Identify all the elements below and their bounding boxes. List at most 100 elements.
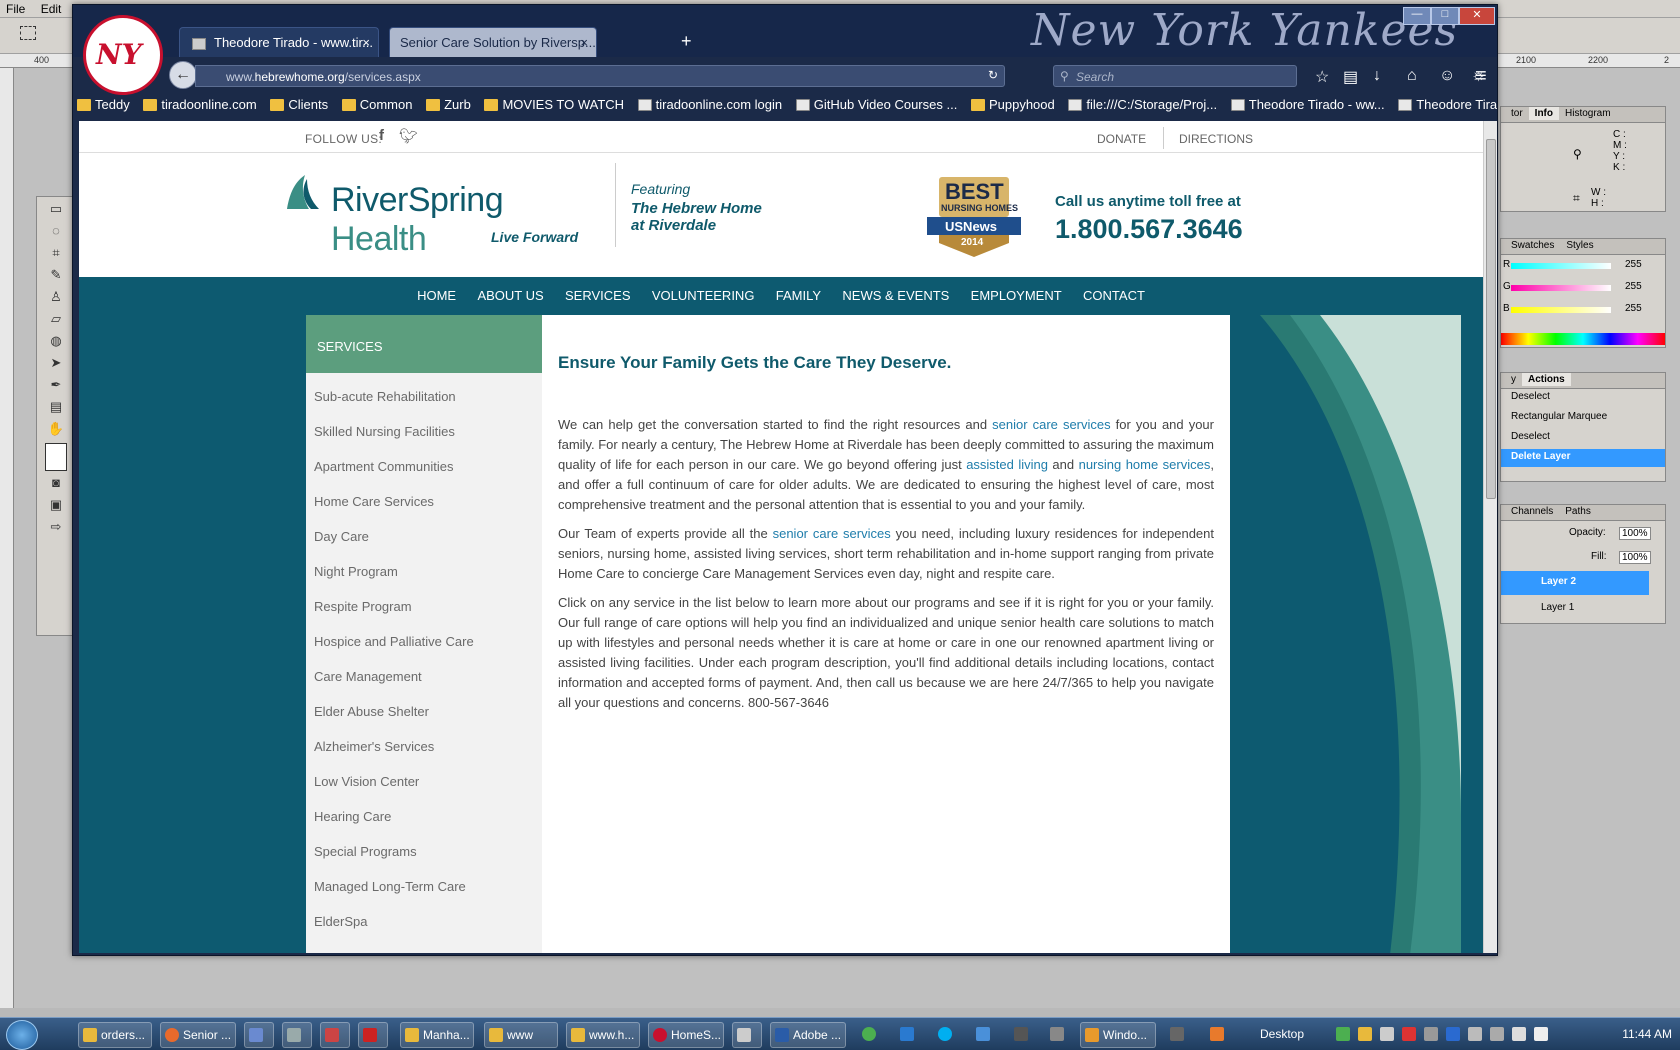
tab-senior-care[interactable]: Senior Care Solution by Riversp... ×: [389, 27, 597, 57]
bookmark-item[interactable]: Theodore Tirado - ww...: [1394, 93, 1497, 112]
url-bar[interactable]: www.hebrewhome.org/services.aspx ↻: [195, 65, 1005, 87]
hand-tool-icon[interactable]: ✋: [45, 421, 67, 439]
healing-brush-icon[interactable]: ✎: [45, 267, 67, 285]
nav-about-us[interactable]: ABOUT US: [477, 288, 543, 303]
stamp-tool-icon[interactable]: ♙: [45, 289, 67, 307]
crop-tool-icon[interactable]: ⌗: [45, 245, 67, 263]
eraser-tool-icon[interactable]: ▱: [45, 311, 67, 329]
taskbar-button[interactable]: www: [484, 1022, 558, 1048]
layer-row[interactable]: Layer 1: [1501, 597, 1649, 621]
tab-swatches[interactable]: Swatches: [1505, 239, 1560, 252]
slider-b-value[interactable]: 255: [1625, 303, 1642, 314]
sidebar-item-special-programs[interactable]: Special Programs: [306, 828, 542, 863]
taskbar-button[interactable]: [732, 1022, 762, 1048]
layer-row-selected[interactable]: Layer 2: [1501, 571, 1649, 595]
bookmark-item[interactable]: Theodore Tirado - ww...: [1227, 93, 1391, 112]
marquee-tool-icon[interactable]: ▭: [45, 201, 67, 219]
tab-theodore-tirado[interactable]: Theodore Tirado - www.tir... ×: [179, 27, 379, 57]
sidebar-item-elder-abuse-shelter[interactable]: Elder Abuse Shelter: [306, 688, 542, 723]
tray-icon[interactable]: [1402, 1027, 1416, 1041]
tray-icon[interactable]: [1424, 1027, 1438, 1041]
blur-tool-icon[interactable]: ◍: [45, 333, 67, 351]
tray-icon[interactable]: [1490, 1027, 1504, 1041]
slider-b[interactable]: [1511, 307, 1611, 313]
app-icon[interactable]: [1170, 1027, 1184, 1041]
bookmark-item[interactable]: tiradoonline.com: [139, 93, 262, 112]
sidebar-item-elderspa[interactable]: ElderSpa: [306, 898, 542, 933]
download-icon[interactable]: ↓: [1373, 67, 1381, 85]
sidebar-item-subacute-rehab[interactable]: Sub-acute Rehabilitation: [306, 373, 542, 408]
desktop-toolbar[interactable]: Desktop: [1260, 1027, 1304, 1041]
network-icon[interactable]: [1512, 1027, 1526, 1041]
app-icon[interactable]: [1050, 1027, 1064, 1041]
action-item[interactable]: Rectangular Marquee: [1501, 409, 1665, 429]
color-swatch-icon[interactable]: [45, 443, 67, 471]
jump-to-icon[interactable]: ⇨: [45, 519, 67, 537]
lasso-tool-icon[interactable]: ◌: [45, 223, 67, 241]
tab-histogram[interactable]: Histogram: [1559, 107, 1617, 120]
app-icon[interactable]: [976, 1027, 990, 1041]
action-item[interactable]: Deselect: [1501, 429, 1665, 449]
twitter-icon[interactable]: 🐦︎: [399, 127, 418, 145]
path-select-icon[interactable]: ➤: [45, 355, 67, 373]
home-icon[interactable]: ⌂: [1407, 67, 1417, 85]
tab-paths[interactable]: Paths: [1559, 505, 1597, 518]
phone-number[interactable]: 1.800.567.3646: [1055, 214, 1243, 245]
tray-icon[interactable]: [1336, 1027, 1350, 1041]
chat-icon[interactable]: ☺: [1439, 67, 1455, 85]
bookmark-item[interactable]: tiradoonline.com login: [634, 93, 788, 112]
bookmark-item[interactable]: Zurb: [422, 93, 477, 112]
sidebar-item-hospice[interactable]: Hospice and Palliative Care: [306, 618, 542, 653]
sidebar-item-day-care[interactable]: Day Care: [306, 513, 542, 548]
donate-link[interactable]: DONATE: [1097, 132, 1146, 146]
app-icon[interactable]: [1210, 1027, 1224, 1041]
taskbar-button[interactable]: [320, 1022, 350, 1048]
notes-tool-icon[interactable]: ▤: [45, 399, 67, 417]
slider-g-value[interactable]: 255: [1625, 281, 1642, 292]
taskbar-button[interactable]: HomeS...: [648, 1022, 724, 1048]
app-icon[interactable]: [1014, 1027, 1028, 1041]
nav-news-events[interactable]: NEWS & EVENTS: [842, 288, 949, 303]
menu-file[interactable]: File: [0, 0, 31, 18]
directions-link[interactable]: DIRECTIONS: [1179, 132, 1253, 146]
taskbar-button[interactable]: orders...: [78, 1022, 152, 1048]
sidebar-item-low-vision[interactable]: Low Vision Center: [306, 758, 542, 793]
tab-navigator[interactable]: tor: [1505, 107, 1529, 120]
bookmark-item[interactable]: MOVIES TO WATCH: [480, 93, 630, 112]
pen-tool-icon[interactable]: ✒: [45, 377, 67, 395]
nav-services[interactable]: SERVICES: [565, 288, 631, 303]
link-assisted-living[interactable]: assisted living: [966, 457, 1048, 472]
hamburger-menu-icon[interactable]: ≡: [1475, 65, 1487, 88]
bookmarks-list-icon[interactable]: ▤: [1343, 67, 1358, 87]
color-spectrum[interactable]: [1501, 333, 1665, 345]
bookmark-star-icon[interactable]: ☆: [1315, 67, 1329, 87]
start-button[interactable]: [6, 1020, 38, 1050]
skype-icon[interactable]: [938, 1027, 952, 1041]
tab-channels[interactable]: Channels: [1505, 505, 1559, 518]
minimize-button[interactable]: —: [1403, 7, 1431, 25]
tray-icon[interactable]: [1380, 1027, 1394, 1041]
app-icon[interactable]: [900, 1027, 914, 1041]
bookmark-item[interactable]: Puppyhood: [967, 93, 1061, 112]
tab-actions[interactable]: Actions: [1522, 373, 1571, 386]
clock[interactable]: 11:44 AM: [1622, 1027, 1672, 1041]
chrome-icon[interactable]: [862, 1027, 876, 1041]
scrollbar-thumb[interactable]: [1486, 139, 1496, 499]
sidebar-item-alzheimers[interactable]: Alzheimer's Services: [306, 723, 542, 758]
action-item-selected[interactable]: Delete Layer: [1501, 449, 1665, 467]
facebook-icon[interactable]: f: [379, 127, 384, 144]
bookmark-item[interactable]: Clients: [266, 93, 334, 112]
tab-info[interactable]: Info: [1528, 107, 1559, 120]
taskbar-button[interactable]: Windo...: [1080, 1022, 1156, 1048]
nav-employment[interactable]: EMPLOYMENT: [971, 288, 1062, 303]
tab-history[interactable]: y: [1505, 373, 1522, 386]
slider-r[interactable]: [1511, 263, 1611, 269]
slider-g[interactable]: [1511, 285, 1611, 291]
sidebar-item-care-management[interactable]: Care Management: [306, 653, 542, 688]
bookmark-item[interactable]: file:///C:/Storage/Proj...: [1064, 93, 1223, 112]
link-senior-care-services[interactable]: senior care services: [773, 526, 891, 541]
taskbar-button-adobe[interactable]: Adobe ...: [770, 1022, 846, 1048]
fill-input[interactable]: 100%: [1619, 551, 1651, 564]
marquee-tool-icon[interactable]: [20, 26, 36, 40]
sidebar-item-hearing-care[interactable]: Hearing Care: [306, 793, 542, 828]
